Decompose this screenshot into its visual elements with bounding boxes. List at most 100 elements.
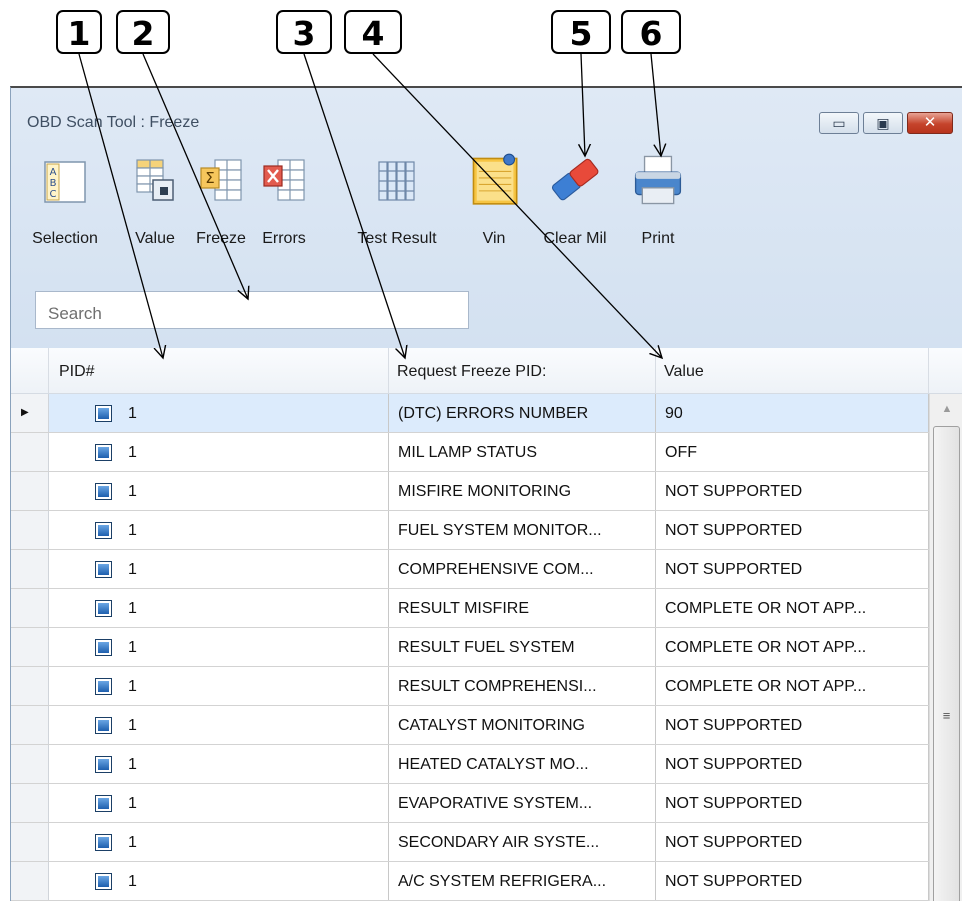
row-header-cell[interactable] <box>11 823 49 861</box>
row-header-cell[interactable] <box>11 667 49 705</box>
row-checkbox-icon[interactable] <box>95 600 112 617</box>
table-row[interactable]: 1 RESULT MISFIRE COMPLETE OR NOT APP... <box>11 589 929 628</box>
row-checkbox-icon[interactable] <box>95 795 112 812</box>
pid-cell: 1 <box>119 511 389 549</box>
table-row[interactable]: 1 MISFIRE MONITORING NOT SUPPORTED <box>11 472 929 511</box>
svg-text:A: A <box>50 167 57 178</box>
row-checkbox-icon[interactable] <box>95 678 112 695</box>
row-checkbox-icon[interactable] <box>95 483 112 500</box>
row-header-cell[interactable] <box>11 862 49 900</box>
row-header-cell[interactable] <box>11 745 49 783</box>
row-checkbox-icon[interactable] <box>95 873 112 890</box>
row-header-corner <box>11 348 49 393</box>
table-row[interactable]: 1 A/C SYSTEM REFRIGERA... NOT SUPPORTED <box>11 862 929 901</box>
request-freeze-pid-cell: MISFIRE MONITORING <box>389 472 656 510</box>
table-row[interactable]: 1 CATALYST MONITORING NOT SUPPORTED <box>11 706 929 745</box>
row-checkbox-icon[interactable] <box>95 405 112 422</box>
errors-x-icon <box>263 159 305 201</box>
row-header-cell[interactable]: ▶ <box>11 394 49 432</box>
request-freeze-pid-cell: RESULT FUEL SYSTEM <box>389 628 656 666</box>
table-row[interactable]: 1 RESULT COMPREHENSI... COMPLETE OR NOT AP… <box>11 667 929 706</box>
row-header-cell[interactable] <box>11 628 49 666</box>
table-row[interactable]: 1 HEATED CATALYST MO... NOT SUPPORTED <box>11 745 929 784</box>
row-checkbox-cell[interactable] <box>49 823 119 861</box>
table-row[interactable]: 1 SECONDARY AIR SYSTE... NOT SUPPORTED <box>11 823 929 862</box>
row-checkbox-cell[interactable] <box>49 511 119 549</box>
errors-button[interactable]: Errors <box>253 144 315 268</box>
column-header-value[interactable]: Value <box>656 348 929 393</box>
clear-mil-button[interactable]: Clear Mil <box>531 144 619 268</box>
row-checkbox-cell[interactable] <box>49 667 119 705</box>
row-header-cell[interactable] <box>11 784 49 822</box>
row-checkbox-cell[interactable] <box>49 589 119 627</box>
row-header-cell[interactable] <box>11 472 49 510</box>
row-checkbox-icon[interactable] <box>95 444 112 461</box>
scroll-up-arrow-icon[interactable]: ▲ <box>930 394 962 424</box>
pid-cell: 1 <box>119 550 389 588</box>
minimize-icon: ▭ <box>832 115 846 131</box>
table-row[interactable]: 1 COMPREHENSIVE COM... NOT SUPPORTED <box>11 550 929 589</box>
row-checkbox-cell[interactable] <box>49 394 119 432</box>
value-label: Value <box>135 230 175 247</box>
vertical-scrollbar[interactable]: ▲ ≡ <box>929 394 962 901</box>
test-result-button[interactable]: Test Result <box>341 144 453 268</box>
row-checkbox-icon[interactable] <box>95 522 112 539</box>
window-title: OBD Scan Tool : Freeze <box>27 114 200 131</box>
column-header-filler <box>929 348 962 393</box>
row-checkbox-icon[interactable] <box>95 834 112 851</box>
row-header-cell[interactable] <box>11 511 49 549</box>
table-row[interactable]: 1 RESULT FUEL SYSTEM COMPLETE OR NOT APP..… <box>11 628 929 667</box>
row-checkbox-icon[interactable] <box>95 561 112 578</box>
row-checkbox-cell[interactable] <box>49 745 119 783</box>
row-header-cell[interactable] <box>11 589 49 627</box>
title-bar: OBD Scan Tool : Freeze ▭ ▣ ✕ <box>11 88 962 142</box>
grid-header: PID# Request Freeze PID: Value <box>11 348 962 394</box>
freeze-label: Freeze <box>196 230 246 247</box>
toolbar: A B C Selection Value Σ Freeze Errors Te… <box>11 144 962 268</box>
table-row[interactable]: 1 MIL LAMP STATUS OFF <box>11 433 929 472</box>
print-button[interactable]: Print <box>625 144 691 268</box>
value-cell: COMPLETE OR NOT APP... <box>656 667 929 705</box>
row-checkbox-cell[interactable] <box>49 784 119 822</box>
table-row[interactable]: 1 EVAPORATIVE SYSTEM... NOT SUPPORTED <box>11 784 929 823</box>
scrollbar-thumb[interactable]: ≡ <box>933 426 960 901</box>
maximize-button[interactable]: ▣ <box>863 112 903 134</box>
svg-text:C: C <box>50 189 57 200</box>
value-cell: 90 <box>656 394 929 432</box>
close-button[interactable]: ✕ <box>907 112 953 134</box>
minimize-button[interactable]: ▭ <box>819 112 859 134</box>
value-cell: NOT SUPPORTED <box>656 823 929 861</box>
value-cell: OFF <box>656 433 929 471</box>
table-row[interactable]: 1 FUEL SYSTEM MONITOR... NOT SUPPORTED <box>11 511 929 550</box>
row-checkbox-icon[interactable] <box>95 756 112 773</box>
row-checkbox-cell[interactable] <box>49 706 119 744</box>
row-header-cell[interactable] <box>11 433 49 471</box>
row-checkbox-cell[interactable] <box>49 472 119 510</box>
freeze-sigma-icon: Σ <box>200 159 242 201</box>
row-checkbox-icon[interactable] <box>95 717 112 734</box>
value-cell: NOT SUPPORTED <box>656 706 929 744</box>
request-freeze-pid-cell: RESULT COMPREHENSI... <box>389 667 656 705</box>
row-checkbox-cell[interactable] <box>49 628 119 666</box>
row-checkbox-cell[interactable] <box>49 862 119 900</box>
row-header-cell[interactable] <box>11 706 49 744</box>
search-input[interactable] <box>35 291 469 329</box>
vin-button[interactable]: Vin <box>463 144 525 268</box>
value-cell: NOT SUPPORTED <box>656 472 929 510</box>
value-button[interactable]: Value <box>121 144 189 268</box>
row-checkbox-icon[interactable] <box>95 639 112 656</box>
table-row[interactable]: ▶ 1 (DTC) ERRORS NUMBER 90 <box>11 394 929 433</box>
column-header-pid[interactable]: PID# <box>49 348 389 393</box>
row-checkbox-cell[interactable] <box>49 550 119 588</box>
close-icon: ✕ <box>923 114 937 131</box>
selection-button[interactable]: A B C Selection <box>11 144 119 268</box>
request-freeze-pid-cell: A/C SYSTEM REFRIGERA... <box>389 862 656 900</box>
row-checkbox-cell[interactable] <box>49 433 119 471</box>
pid-cell: 1 <box>119 628 389 666</box>
request-freeze-pid-cell: EVAPORATIVE SYSTEM... <box>389 784 656 822</box>
value-cell: NOT SUPPORTED <box>656 511 929 549</box>
row-header-cell[interactable] <box>11 550 49 588</box>
freeze-button[interactable]: Σ Freeze <box>189 144 253 268</box>
abc-selection-icon: A B C <box>44 161 86 203</box>
column-header-request-freeze-pid[interactable]: Request Freeze PID: <box>389 348 656 393</box>
